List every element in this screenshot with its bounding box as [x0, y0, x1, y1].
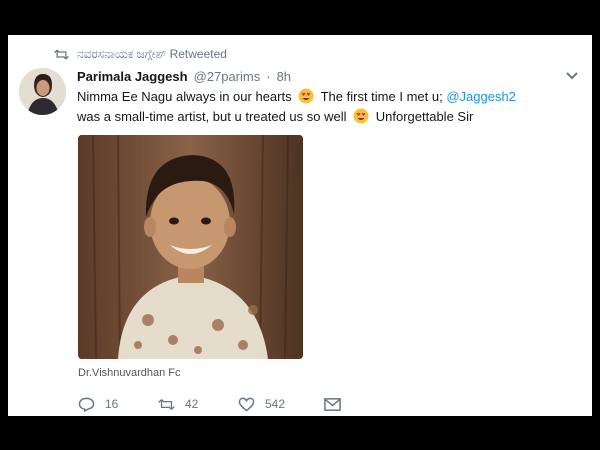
direct-message-button[interactable]	[324, 397, 341, 412]
image-caption: Dr.Vishnuvardhan Fc	[78, 367, 181, 379]
retweet-label: ನವರಸನಾಯಕ ಜಗ್ಗೇಶ್ Retweeted	[77, 46, 227, 61]
tweet-text-part1: Nimma Ee Nagu always in our hearts	[77, 89, 292, 104]
tweet-actions: 16 42 542	[78, 395, 341, 413]
envelope-icon	[324, 397, 341, 411]
reply-icon	[78, 397, 95, 412]
reply-button[interactable]: 16	[78, 397, 158, 412]
like-count: 542	[265, 397, 286, 411]
like-button[interactable]: 542	[238, 397, 324, 412]
tweet-text-part2: The first time I met u;	[320, 89, 443, 104]
retweet-count: 42	[185, 397, 199, 411]
tweet-header: Parimala Jaggesh @27parims · 8h	[77, 69, 291, 85]
retweet-button[interactable]: 42	[158, 397, 238, 412]
avatar[interactable]	[19, 68, 66, 115]
timestamp[interactable]: 8h	[277, 69, 291, 84]
tweet-card[interactable]: ನವರಸನಾಯಕ ಜಗ್ಗೇಶ್ Retweeted Parimala Jagg…	[8, 35, 592, 416]
heart-eyes-emoji-icon	[353, 108, 369, 124]
user-handle[interactable]: @27parims	[194, 69, 261, 84]
retweet-icon	[54, 49, 69, 59]
heart-icon	[238, 397, 255, 412]
vintage-boy-photo	[78, 135, 303, 359]
retweet-indicator[interactable]: ನವರಸನಾಯಕ ಜಗ್ಗೇಶ್ Retweeted	[54, 46, 227, 62]
heart-eyes-emoji-icon	[298, 88, 314, 104]
tweet-text-part3: was a small-time artist, but u treated u…	[77, 109, 347, 124]
tweet-text: Nimma Ee Nagu always in our hearts The f…	[77, 87, 557, 127]
separator-dot: ·	[266, 69, 271, 84]
mention-link[interactable]: @Jaggesh2	[446, 89, 516, 104]
retweet-icon	[158, 398, 175, 410]
chevron-down-icon[interactable]	[565, 71, 579, 81]
tweet-photo[interactable]	[78, 135, 303, 359]
display-name[interactable]: Parimala Jaggesh	[77, 69, 188, 84]
avatar-image	[19, 68, 66, 115]
tweet-text-part4: Unforgettable Sir	[375, 109, 474, 124]
reply-count: 16	[105, 397, 119, 411]
